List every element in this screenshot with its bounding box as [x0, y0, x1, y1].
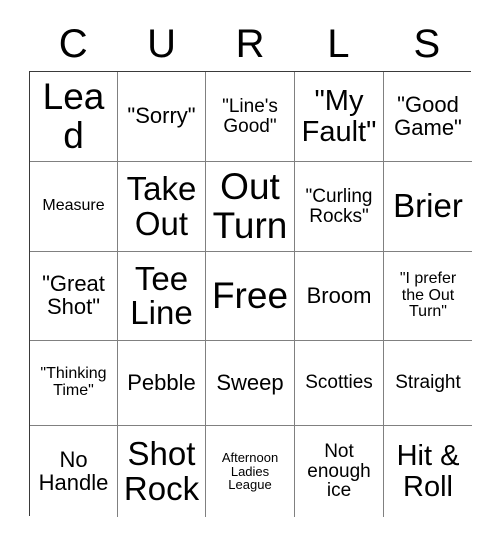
- bingo-cell[interactable]: "Good Game": [384, 72, 472, 162]
- bingo-header-row: C U R L S: [29, 16, 471, 71]
- bingo-cell[interactable]: Brier: [384, 162, 472, 252]
- bingo-cell[interactable]: "Line's Good": [206, 72, 295, 162]
- bingo-cell[interactable]: "Sorry": [118, 72, 206, 162]
- bingo-cell[interactable]: Afternoon Ladies League: [206, 426, 295, 517]
- bingo-cell[interactable]: Scotties: [295, 341, 384, 426]
- bingo-card: C U R L S Lead "Sorry" "Line's Good" "My…: [0, 0, 500, 544]
- bingo-cell[interactable]: Lead: [30, 72, 118, 162]
- bingo-cell[interactable]: Straight: [384, 341, 472, 426]
- bingo-cell-free[interactable]: Free: [206, 252, 295, 341]
- bingo-cell[interactable]: Not enough ice: [295, 426, 384, 517]
- bingo-cell[interactable]: Hit & Roll: [384, 426, 472, 517]
- bingo-cell[interactable]: Measure: [30, 162, 118, 252]
- bingo-cell[interactable]: "My Fault": [295, 72, 384, 162]
- header-letter-u: U: [147, 21, 177, 66]
- bingo-grid: Lead "Sorry" "Line's Good" "My Fault" "G…: [29, 71, 472, 517]
- bingo-cell[interactable]: Broom: [295, 252, 384, 341]
- bingo-cell[interactable]: Sweep: [206, 341, 295, 426]
- header-letter-l: L: [327, 21, 350, 66]
- header-letter-c: C: [58, 21, 88, 66]
- header-letter-r: R: [235, 21, 265, 66]
- bingo-cell[interactable]: Tee Line: [118, 252, 206, 341]
- bingo-cell[interactable]: "Curling Rocks": [295, 162, 384, 252]
- bingo-cell[interactable]: Shot Rock: [118, 426, 206, 517]
- bingo-cell[interactable]: Out Turn: [206, 162, 295, 252]
- bingo-cell[interactable]: Pebble: [118, 341, 206, 426]
- bingo-cell[interactable]: No Handle: [30, 426, 118, 517]
- bingo-cell[interactable]: Take Out: [118, 162, 206, 252]
- bingo-cell[interactable]: "Thinking Time": [30, 341, 118, 426]
- header-letter-s: S: [413, 21, 441, 66]
- bingo-cell[interactable]: "Great Shot": [30, 252, 118, 341]
- bingo-cell[interactable]: "I prefer the Out Turn": [384, 252, 472, 341]
